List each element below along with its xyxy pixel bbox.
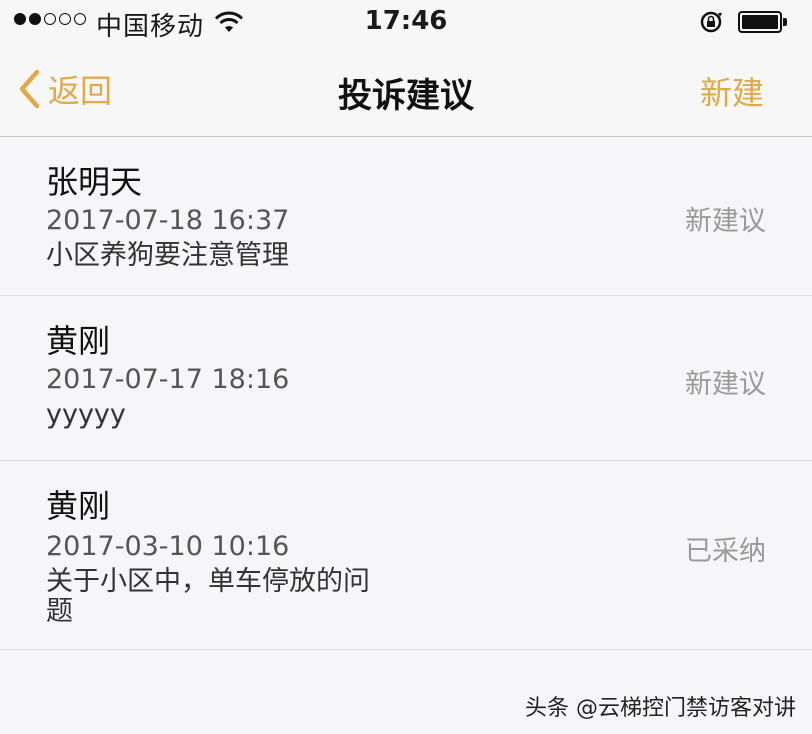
navigation-bar: 返回 投诉建议 新建 — [0, 44, 812, 137]
item-content: 关于小区中，单车停放的问题 — [46, 566, 370, 627]
item-status: 新建议 — [685, 206, 766, 237]
item-date: 2017-07-17 18:16 — [46, 364, 290, 395]
list-item[interactable]: 黄刚 2017-03-10 10:16 关于小区中，单车停放的问题 已采纳 — [0, 461, 812, 650]
new-button[interactable]: 新建 — [700, 68, 764, 114]
item-status: 新建议 — [685, 369, 766, 400]
item-author: 黄刚 — [46, 487, 111, 525]
clock-time: 17:46 — [364, 6, 448, 36]
watermark: 头条 @云梯控门禁访客对讲 — [525, 696, 796, 721]
item-author: 张明天 — [46, 163, 143, 201]
item-status: 已采纳 — [685, 536, 766, 567]
orientation-lock-icon — [700, 11, 722, 33]
item-content: 小区养狗要注意管理 — [46, 240, 289, 271]
status-bar: 中国移动 17:46 — [0, 0, 812, 44]
list-item[interactable]: 张明天 2017-07-18 16:37 小区养狗要注意管理 新建议 — [0, 137, 812, 296]
list-item[interactable]: 黄刚 2017-07-17 18:16 yyyyy 新建议 — [0, 296, 812, 461]
item-date: 2017-07-18 16:37 — [46, 205, 290, 236]
item-content: yyyyy — [46, 399, 126, 430]
item-author: 黄刚 — [46, 322, 111, 360]
page-title: 投诉建议 — [338, 76, 474, 116]
battery-icon — [738, 11, 788, 33]
suggestion-list: 张明天 2017-07-18 16:37 小区养狗要注意管理 新建议 黄刚 20… — [0, 137, 812, 650]
item-date: 2017-03-10 10:16 — [46, 531, 290, 562]
